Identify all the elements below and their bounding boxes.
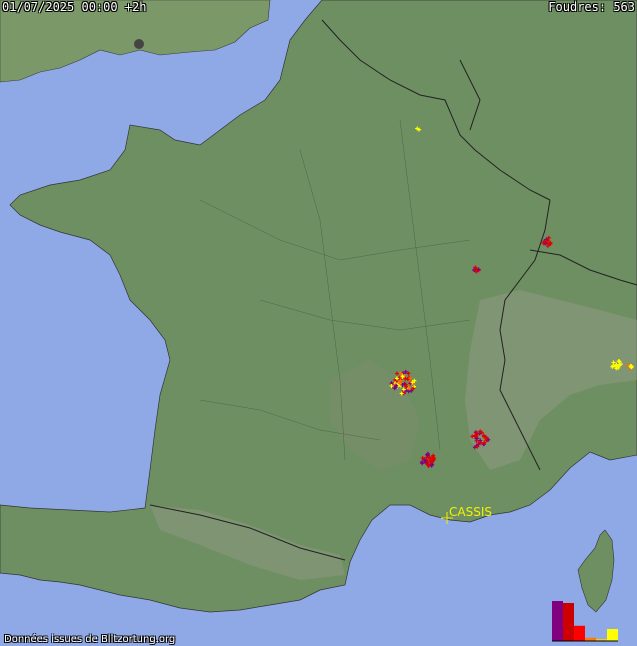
strike-count: Foudres: 563 <box>548 0 635 14</box>
data-credit: Données issues de Blitzortung.org <box>4 634 176 645</box>
city-label: CASSIS <box>449 505 492 519</box>
age-legend-bar <box>607 629 618 641</box>
location-dot <box>134 39 144 49</box>
map-canvas: CASSIS <box>0 0 637 646</box>
lightning-map: CASSIS 01/07/2025 00:00 +2h Foudres: 563… <box>0 0 637 646</box>
age-legend-bar <box>552 601 563 641</box>
timestamp: 01/07/2025 00:00 +2h <box>2 0 147 14</box>
age-legend-bar <box>574 625 585 641</box>
age-legend-bar <box>563 603 574 641</box>
